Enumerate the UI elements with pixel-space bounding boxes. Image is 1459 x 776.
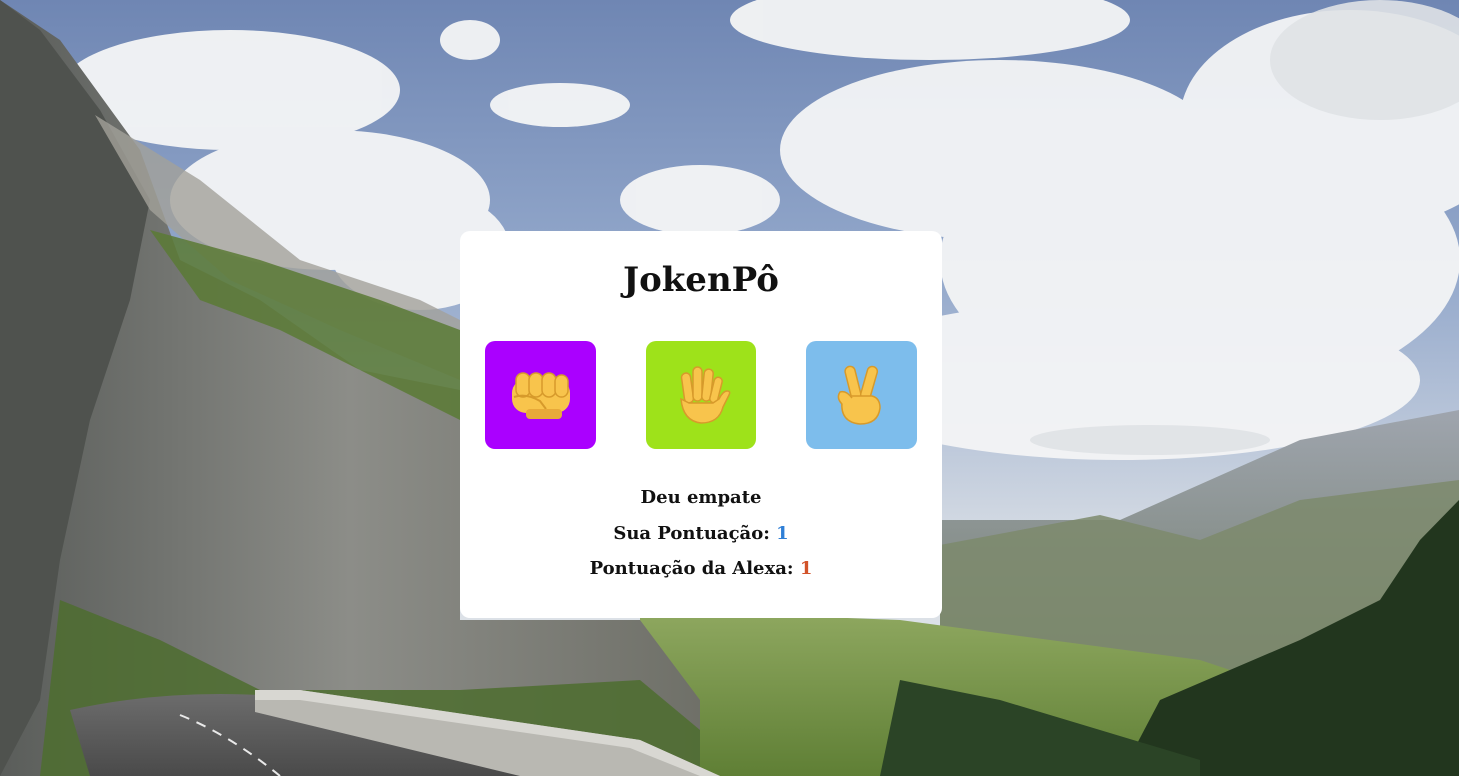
rock-button[interactable] bbox=[485, 341, 596, 449]
alexa-score-label: Pontuação da Alexa: bbox=[589, 558, 794, 579]
choice-buttons bbox=[485, 341, 917, 449]
paper-button[interactable] bbox=[646, 341, 756, 449]
victory-hand-icon bbox=[832, 362, 892, 428]
player-score-value: 1 bbox=[776, 523, 789, 544]
player-score-label: Sua Pontuação: bbox=[613, 523, 770, 544]
game-title: JokenPô bbox=[622, 260, 779, 300]
raised-fist-icon bbox=[506, 365, 576, 425]
scissors-button[interactable] bbox=[806, 341, 917, 449]
raised-hand-icon bbox=[669, 363, 733, 427]
result-message: Deu empate bbox=[640, 487, 762, 508]
alexa-score-line: Pontuação da Alexa: 1 bbox=[460, 558, 942, 580]
game-card: JokenPô Deu empate Sua Pontuação: 1 Pont… bbox=[460, 231, 942, 618]
alexa-score-value: 1 bbox=[799, 558, 813, 579]
player-score-line: Sua Pontuação: 1 bbox=[460, 523, 942, 545]
